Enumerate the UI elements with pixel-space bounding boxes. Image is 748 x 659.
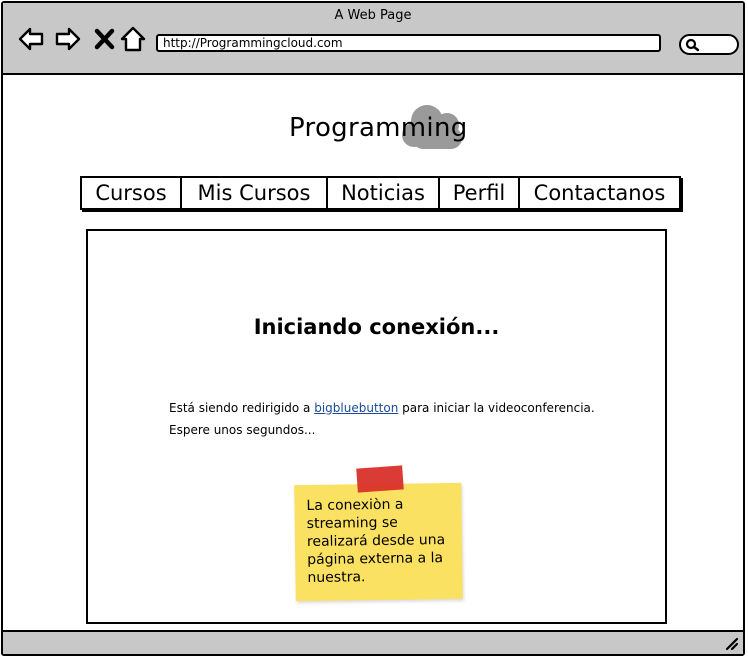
tape-decoration — [356, 465, 404, 493]
redirect-text-after: para iniciar la videoconferencia. — [398, 401, 595, 415]
sticky-note-text: La conexiòn a streaming se realizará des… — [306, 496, 446, 586]
search-icon — [685, 38, 700, 52]
window-title: A Web Page — [334, 8, 412, 23]
status-bar — [3, 630, 743, 654]
wait-message: Espere unos segundos... — [169, 423, 316, 437]
nav-item-contactanos[interactable]: Contactanos — [520, 178, 679, 208]
sticky-note: La conexiòn a streaming se realizará des… — [294, 482, 463, 602]
nav-item-mis-cursos[interactable]: Mis Cursos — [182, 178, 328, 208]
main-navigation: Cursos Mis Cursos Noticias Perfil Contac… — [80, 176, 681, 210]
resize-handle-icon[interactable] — [725, 637, 739, 651]
page-heading: Iniciando conexión... — [253, 315, 500, 339]
site-logo: Programming — [289, 113, 468, 143]
forward-arrow-icon[interactable] — [54, 25, 82, 53]
browser-toolbar: A Web Page http://Programmingcloud.com — [3, 3, 743, 75]
nav-item-perfil[interactable]: Perfil — [440, 178, 520, 208]
search-field[interactable] — [679, 34, 739, 55]
nav-item-noticias[interactable]: Noticias — [328, 178, 440, 208]
browser-window: A Web Page http://Programmingcloud.com P… — [1, 1, 745, 656]
stop-icon[interactable] — [91, 25, 119, 53]
content-panel: Iniciando conexión... Está siendo rediri… — [86, 229, 667, 624]
back-arrow-icon[interactable] — [17, 25, 45, 53]
nav-item-cursos[interactable]: Cursos — [82, 178, 182, 208]
address-bar[interactable]: http://Programmingcloud.com — [156, 34, 661, 52]
redirect-message: Está siendo redirigido a bigbluebutton p… — [169, 397, 595, 441]
redirect-line: Está siendo redirigido a bigbluebutton p… — [169, 397, 595, 419]
bigbluebutton-link[interactable]: bigbluebutton — [314, 401, 398, 415]
home-icon[interactable] — [119, 25, 147, 53]
redirect-text-before: Está siendo redirigido a — [169, 401, 315, 415]
